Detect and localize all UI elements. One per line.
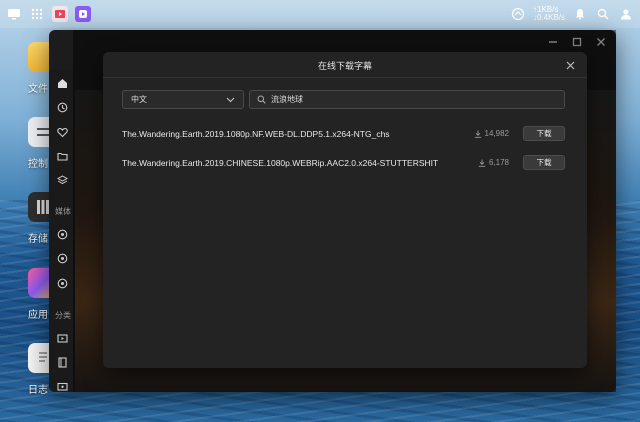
download-button[interactable]: 下载 — [523, 126, 565, 141]
download-icon — [478, 159, 486, 167]
subtitle-download-dialog: 在线下载字幕 中文 流浪地球 The.Wandering.Earth.2019.… — [103, 52, 587, 368]
film-icon[interactable] — [55, 355, 69, 369]
download-button[interactable]: 下载 — [523, 155, 565, 170]
subtitle-search-input[interactable]: 流浪地球 — [249, 90, 565, 109]
network-status-icon[interactable] — [510, 6, 526, 22]
clock-icon[interactable] — [55, 100, 69, 114]
search-icon[interactable] — [595, 6, 611, 22]
app-grid-icon[interactable] — [29, 6, 45, 22]
bell-icon[interactable] — [572, 6, 588, 22]
desktop-item-label: 应用 — [28, 310, 48, 321]
dialog-title: 在线下载字幕 — [317, 61, 372, 71]
desktop-item-label: 存储 — [28, 234, 48, 245]
title-divider — [103, 77, 587, 78]
desktop-icon[interactable] — [6, 6, 22, 22]
download-icon — [474, 130, 481, 138]
subtitle-file-name: The.Wandering.Earth.2019.1080p.NF.WEB-DL… — [122, 128, 390, 139]
layers-icon[interactable] — [55, 173, 69, 187]
tv-icon[interactable] — [55, 379, 69, 392]
subtitle-result-row: The.Wandering.Earth.2019.1080p.NF.WEB-DL… — [122, 125, 565, 142]
network-speed: ↑1KB/s ↓0.4KB/s — [533, 6, 565, 22]
close-icon[interactable] — [563, 58, 577, 72]
chevron-down-icon — [226, 97, 235, 103]
language-select[interactable]: 中文 — [122, 90, 244, 109]
desktop-item-label: 文件 — [28, 84, 48, 95]
sidebar-section-category: 分类 — [55, 311, 71, 320]
download-count-value: 14,982 — [484, 129, 509, 138]
media-library-icon[interactable] — [55, 276, 69, 290]
system-top-bar: ↑1KB/s ↓0.4KB/s — [0, 0, 640, 28]
sidebar-section-media: 媒体 — [55, 207, 71, 216]
search-input-value: 流浪地球 — [271, 95, 303, 104]
language-select-value: 中文 — [131, 95, 147, 104]
download-speed: ↓0.4KB/s — [532, 13, 565, 22]
user-icon[interactable] — [618, 6, 634, 22]
video-app-icon[interactable] — [52, 6, 68, 22]
app-sidebar: 媒体 分类 — [49, 70, 75, 392]
download-count: 6,178 — [478, 158, 509, 167]
heart-icon[interactable] — [55, 125, 69, 139]
subtitle-file-name: The.Wandering.Earth.2019.CHINESE.1080p.W… — [122, 157, 439, 168]
subtitle-result-row: The.Wandering.Earth.2019.CHINESE.1080p.W… — [122, 154, 565, 171]
folder-icon[interactable] — [55, 149, 69, 163]
home-icon[interactable] — [55, 76, 69, 90]
download-count: 14,982 — [474, 129, 509, 138]
desktop-item-label: 控制 — [28, 159, 48, 170]
media-library-icon[interactable] — [55, 251, 69, 265]
download-count-value: 6,178 — [488, 158, 509, 167]
desktop-item-label: 日志 — [28, 385, 48, 396]
media-library-icon[interactable] — [55, 227, 69, 241]
movie-icon[interactable] — [55, 331, 69, 345]
search-icon — [257, 95, 266, 104]
media-player-icon[interactable] — [75, 6, 91, 22]
